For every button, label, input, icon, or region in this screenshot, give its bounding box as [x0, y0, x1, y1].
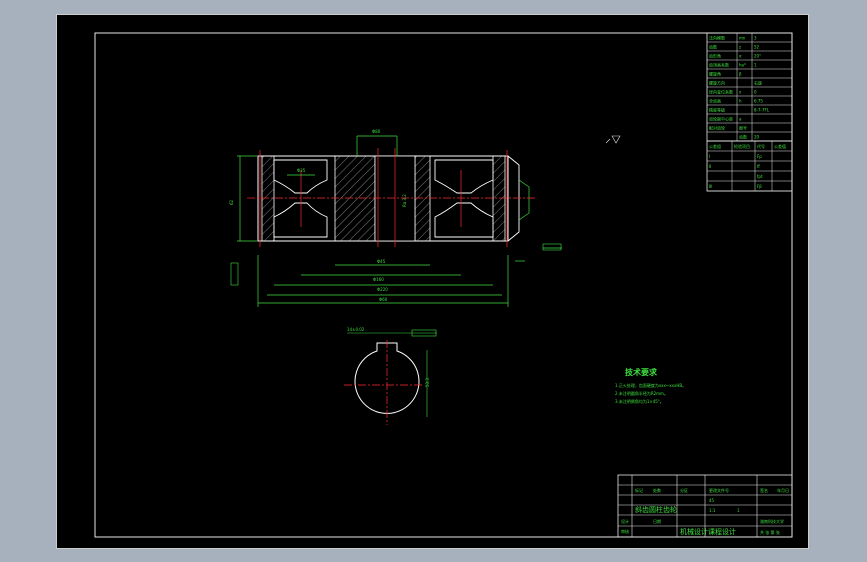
date-label: 日期	[653, 518, 661, 524]
param-cell: 20°	[754, 54, 761, 59]
param-cell: 52	[754, 45, 760, 50]
tolerance-cell: fpt	[757, 174, 763, 179]
param-cell: 6.75	[754, 99, 763, 104]
tb-header-date: 年月日	[777, 487, 789, 493]
param-cell: 螺旋方向	[709, 80, 725, 86]
param-cell: 法向模数	[709, 35, 725, 41]
param-cell: a	[739, 117, 742, 122]
param-cell: 20	[754, 135, 760, 140]
svg-text:Φ35: Φ35	[297, 168, 306, 173]
tb-header-mark: 标记	[635, 487, 643, 493]
tb-header-count: 处数	[653, 487, 661, 493]
tech-req-item-1: 1.正火处理，齿面硬度为xxx~xxxHB。	[615, 382, 686, 388]
tolerance-cell: Fβ	[757, 184, 762, 189]
tolerance-cell: Fp	[757, 154, 762, 159]
tech-req-item-3: 3.未注明倒角均为1×45°。	[615, 398, 664, 404]
param-cell: ha*	[739, 63, 746, 68]
param-cell: 配对齿轮	[709, 125, 725, 131]
param-cell: z	[739, 45, 741, 50]
tb-header-docno: 更改文件号	[709, 487, 729, 493]
tolerance-cell: Ⅲ	[709, 184, 712, 189]
param-cell: 螺旋角	[709, 71, 721, 77]
gear-parameter-table: 法向模数 mn 3 齿数 z 52 齿形角 α 20° 齿顶高系数 ha* 1 螺旋角 β 螺旋方向 右旋径向…	[706, 32, 793, 192]
param-cell: α	[739, 54, 742, 59]
tech-req-item-2: 2.未注明圆角半径为R2mm。	[615, 390, 668, 396]
svg-text:Φ220: Φ220	[377, 287, 388, 292]
title-block: 标记 处数 分区 更改文件号 签名 年月日 斜齿圆柱齿轮 45 1:1 1 设计…	[617, 474, 793, 538]
svg-text:Φ80: Φ80	[372, 129, 381, 134]
part-name: 斜齿圆柱齿轮	[635, 505, 677, 514]
param-cell: 齿轮副中心距	[709, 116, 733, 122]
sheet-label: 共 张 第 张	[760, 529, 780, 535]
scale-value: 1:1	[709, 508, 716, 513]
tolerance-cell: 代号	[757, 143, 765, 149]
param-cell: 3	[754, 36, 757, 41]
designed-by-label: 设计	[621, 518, 629, 524]
param-cell: 齿数	[709, 44, 717, 50]
surface-roughness-label: Ra 3.2	[402, 194, 407, 207]
param-cell: h	[739, 99, 742, 104]
param-cell: 齿数	[739, 134, 747, 140]
course-title: 机械设计课程设计	[680, 527, 736, 536]
param-cell: 精度等级	[709, 107, 725, 113]
tolerance-cell: Ⅱ	[709, 164, 711, 169]
svg-text:62: 62	[229, 199, 234, 205]
school-name: 湖南科技大学	[760, 518, 784, 524]
param-cell: x	[739, 90, 742, 95]
param-cell: 8-7-7FL	[754, 108, 770, 113]
svg-text:Φ60: Φ60	[379, 297, 388, 302]
svg-text:Φ160: Φ160	[373, 277, 384, 282]
param-cell: 1	[754, 63, 757, 68]
hub-depth-label: 53.3	[425, 378, 430, 387]
param-cell: mn	[739, 36, 746, 41]
param-cell: 全齿高	[709, 98, 721, 104]
param-cell: 齿顶高系数	[709, 62, 729, 68]
key-width-label: 14±0.02	[347, 327, 365, 332]
cad-viewport[interactable]: Φ80 Φ60 Φ220 Φ160 Φ45 Φ35 62 Ra 3.2 14±0…	[56, 14, 809, 549]
checked-by-label: 审核	[621, 528, 629, 534]
tolerance-cell: 公差组	[709, 143, 721, 149]
tb-header-zone: 分区	[680, 487, 688, 493]
bore-end-view: 14±0.02 53.3	[344, 327, 437, 425]
tolerance-cell: 公差值	[774, 143, 786, 149]
param-cell: 右旋	[754, 80, 762, 86]
param-cell: β	[739, 72, 742, 77]
gear-section-view	[247, 148, 537, 247]
tech-req-title: 技术要求	[625, 367, 658, 377]
tb-header-sign: 签名	[760, 487, 768, 493]
material-value: 45	[709, 498, 715, 503]
param-cell: 0	[754, 90, 757, 95]
svg-text:Φ45: Φ45	[377, 259, 386, 264]
param-cell: 径向变位系数	[709, 89, 733, 95]
tolerance-cell: Ⅰ	[709, 154, 710, 159]
quantity-value: 1	[737, 508, 740, 513]
technical-requirements: 技术要求 1.正火处理，齿面硬度为xxx~xxxHB。 2.未注明圆角半径为R2…	[615, 367, 686, 404]
tolerance-cell: ff	[757, 164, 760, 169]
param-cell: 齿形角	[709, 53, 721, 59]
tolerance-cell: 检验项目	[734, 143, 750, 149]
param-cell: 图号	[739, 125, 747, 131]
engineering-drawing: Φ80 Φ60 Φ220 Φ160 Φ45 Φ35 62 Ra 3.2 14±0…	[94, 32, 793, 538]
